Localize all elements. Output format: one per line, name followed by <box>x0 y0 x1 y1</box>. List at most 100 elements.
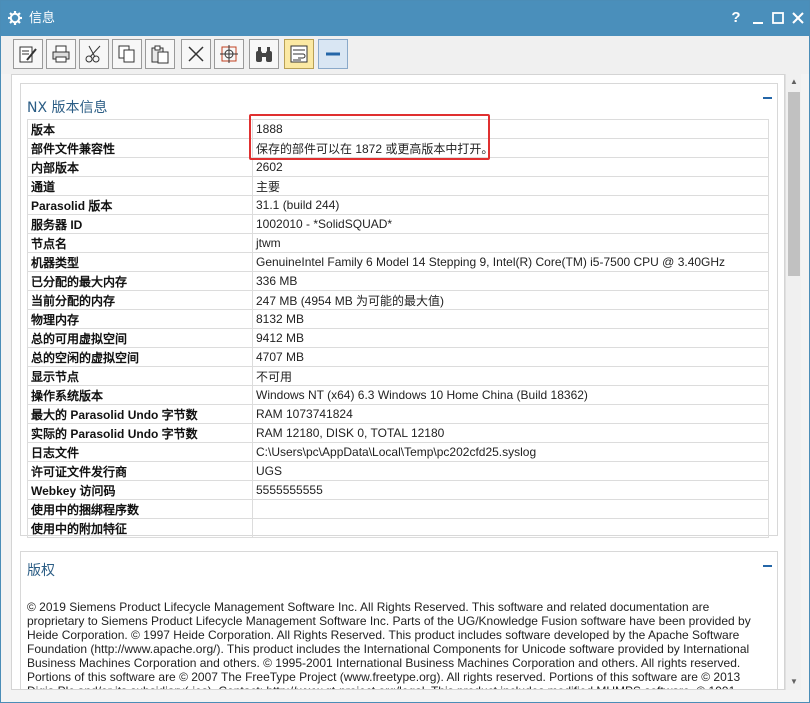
table-row: 物理内存 8132 MB <box>27 309 769 329</box>
minimize-icon[interactable] <box>749 9 767 27</box>
copyright-line: Portions of this software are © 2007 The… <box>27 670 741 684</box>
property-value: 4707 MB <box>252 347 769 367</box>
table-row: 当前分配的内存 247 MB (4954 MB 为可能的最大值) <box>27 290 769 310</box>
table-row: 通道 主要 <box>27 176 769 196</box>
property-value: 247 MB (4954 MB 为可能的最大值) <box>252 290 769 310</box>
property-name: 物理内存 <box>27 309 253 329</box>
help-button[interactable]: ? <box>727 9 745 27</box>
property-value: 336 MB <box>252 271 769 291</box>
property-value: 5555555555 <box>252 480 769 500</box>
window-title: 信息 <box>29 11 56 26</box>
highlight-box <box>249 114 490 160</box>
property-value: RAM 1073741824 <box>252 404 769 424</box>
property-value: 主要 <box>252 176 769 196</box>
copy-icon <box>118 45 135 63</box>
table-row: 服务器 ID 1002010 - *SolidSQUAD* <box>27 214 769 234</box>
property-name: 总的空闲的虚拟空间 <box>27 347 253 367</box>
property-name: 总的可用虚拟空间 <box>27 328 253 348</box>
property-name: 服务器 ID <box>27 214 253 234</box>
property-value: 不可用 <box>252 366 769 386</box>
table-row: 节点名 jtwm <box>27 233 769 253</box>
copyright-line: © 2019 Siemens Product Lifecycle Managem… <box>27 600 710 614</box>
edit-button[interactable] <box>13 39 43 69</box>
gear-icon <box>8 11 22 25</box>
toolbar <box>1 36 809 74</box>
property-value: C:\Users\pc\AppData\Local\Temp\pc202cfd2… <box>252 442 769 462</box>
property-value: jtwm <box>252 233 769 253</box>
copyright-line: Heide Corporation. © 1997 Heide Corporat… <box>27 628 740 642</box>
copy-button[interactable] <box>112 39 142 69</box>
scroll-thumb[interactable] <box>788 92 800 276</box>
copyright-text: © 2019 Siemens Product Lifecycle Managem… <box>27 600 771 689</box>
property-name: 版本 <box>27 119 253 139</box>
collapse-icon[interactable] <box>763 561 773 571</box>
paste-button[interactable] <box>145 39 175 69</box>
table-row: 日志文件 C:\Users\pc\AppData\Local\Temp\pc202… <box>27 442 769 462</box>
property-name: Webkey 访问码 <box>27 480 253 500</box>
property-name: 显示节点 <box>27 366 253 386</box>
table-row: 操作系统版本 Windows NT (x64) 6.3 Windows 10 Ho… <box>27 385 769 405</box>
property-name: 机器类型 <box>27 252 253 272</box>
title-bar: 信息 ? <box>1 1 809 36</box>
table-row: 实际的 Parasolid Undo 字节数 RAM 12180, DISK 0,… <box>27 423 769 443</box>
edit-icon <box>19 46 37 63</box>
copyright-line: Business Machines Corporation and others… <box>27 656 741 670</box>
table-row: Webkey 访问码 5555555555 <box>27 480 769 500</box>
table-row: 机器类型 GenuineIntel Family 6 Model 14 Stepp… <box>27 252 769 272</box>
table-row: 内部版本 2602 <box>27 157 769 177</box>
property-name: 内部版本 <box>27 157 253 177</box>
table-row: 最大的 Parasolid Undo 字节数 RAM 1073741824 <box>27 404 769 424</box>
property-name: 使用中的附加特征 <box>27 518 253 538</box>
vertical-scrollbar[interactable]: ▲ ▼ <box>785 74 801 690</box>
property-value: UGS <box>252 461 769 481</box>
delete-button[interactable] <box>181 39 211 69</box>
property-name: 通道 <box>27 176 253 196</box>
property-value <box>252 499 769 519</box>
property-name: 部件文件兼容性 <box>27 138 253 158</box>
property-value: Windows NT (x64) 6.3 Windows 10 Home Chi… <box>252 385 769 405</box>
collapse-all-button[interactable] <box>318 39 348 69</box>
locate-button[interactable] <box>214 39 244 69</box>
property-name: 操作系统版本 <box>27 385 253 405</box>
copyright-section: 版权 © 2019 Siemens Product Lifecycle Mana… <box>20 551 778 689</box>
property-value: GenuineIntel Family 6 Model 14 Stepping … <box>252 252 769 272</box>
minus-icon <box>326 52 340 56</box>
copyright-line: Digia Plc and/or its subsidiary(-ies). C… <box>27 684 771 689</box>
copyright-line: Foundation (http://www.apache.org/). Thi… <box>27 642 750 656</box>
close-icon[interactable] <box>789 9 807 27</box>
wrap-button[interactable] <box>284 39 314 69</box>
table-row: 总的可用虚拟空间 9412 MB <box>27 328 769 348</box>
delete-icon <box>188 46 204 62</box>
property-name: 日志文件 <box>27 442 253 462</box>
paste-icon <box>151 45 169 64</box>
print-button[interactable] <box>46 39 76 69</box>
property-value: 8132 MB <box>252 309 769 329</box>
table-row: Parasolid 版本 31.1 (build 244) <box>27 195 769 215</box>
section-header: NX 版本信息 <box>21 84 777 118</box>
version-table: 版本 1888 部件文件兼容性 保存的部件可以在 1872 或更高版本中打开。 内部版本… <box>27 119 769 538</box>
property-name: 最大的 Parasolid Undo 字节数 <box>27 404 253 424</box>
collapse-icon[interactable] <box>763 93 773 103</box>
scroll-up-icon[interactable]: ▲ <box>786 74 802 90</box>
property-value <box>252 518 769 538</box>
table-row: 总的空闲的虚拟空间 4707 MB <box>27 347 769 367</box>
property-name: 许可证文件发行商 <box>27 461 253 481</box>
property-value: 31.1 (build 244) <box>252 195 769 215</box>
info-window: 信息 ? NX 版本信息 版本 1888 部件文件兼容性 保存的部件可以在 18… <box>0 0 810 703</box>
property-name: 使用中的捆绑程序数 <box>27 499 253 519</box>
scroll-down-icon[interactable]: ▼ <box>786 674 802 690</box>
print-icon <box>52 45 70 63</box>
property-value: RAM 12180, DISK 0, TOTAL 12180 <box>252 423 769 443</box>
property-name: 已分配的最大内存 <box>27 271 253 291</box>
find-button[interactable] <box>249 39 279 69</box>
maximize-icon[interactable] <box>769 9 787 27</box>
cut-button[interactable] <box>79 39 109 69</box>
info-content: NX 版本信息 版本 1888 部件文件兼容性 保存的部件可以在 1872 或更高版本… <box>11 74 785 690</box>
property-value: 2602 <box>252 157 769 177</box>
section-title: 版权 <box>27 563 55 579</box>
wrap-icon <box>290 45 308 63</box>
table-row: 使用中的捆绑程序数 <box>27 499 769 519</box>
section-header: 版权 <box>21 552 777 586</box>
table-row: 许可证文件发行商 UGS <box>27 461 769 481</box>
property-name: 实际的 Parasolid Undo 字节数 <box>27 423 253 443</box>
